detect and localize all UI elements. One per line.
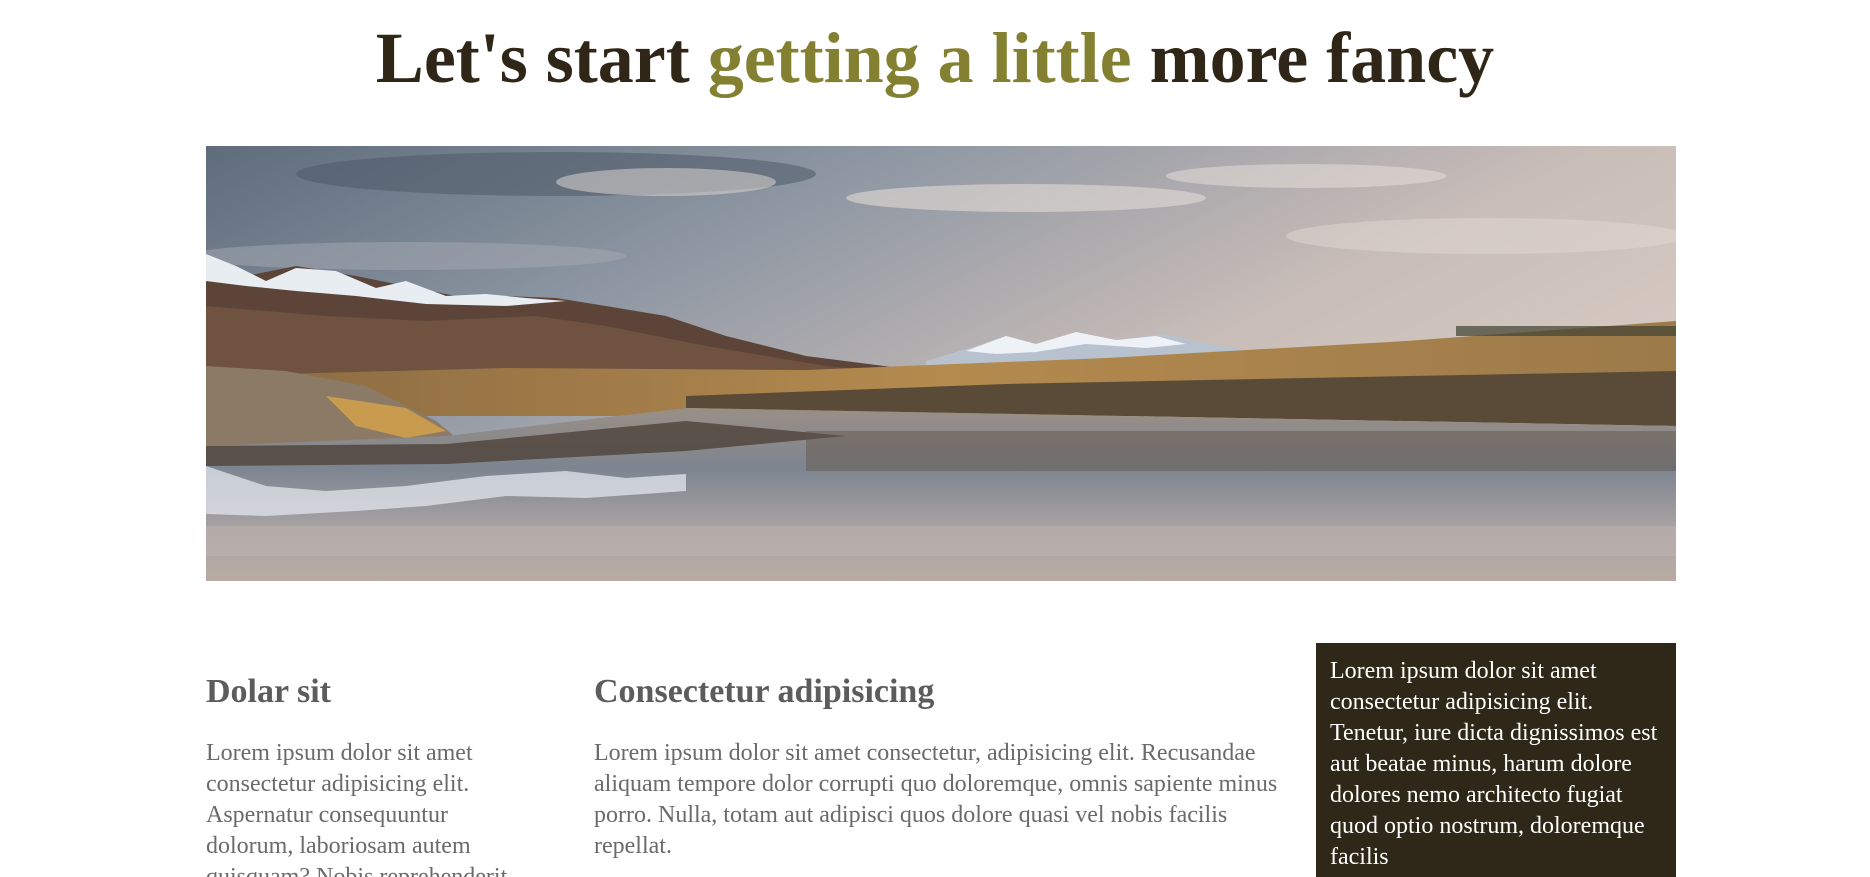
- column-body: Lorem ipsum dolor sit amet consectetur a…: [206, 740, 508, 877]
- aside-callout: Lorem ipsum dolor sit amet consectetur a…: [1316, 643, 1676, 877]
- column-heading: Dolar sit: [206, 673, 331, 710]
- title-part-1: Let's start: [375, 18, 708, 98]
- column-consectetur: Consectetur adipisicing Lorem ipsum dolo…: [594, 670, 1284, 862]
- column-body: Lorem ipsum dolor sit amet consectetur, …: [594, 740, 1278, 859]
- column-heading: Consectetur adipisicing: [594, 673, 935, 710]
- column-dolar-sit: Dolar sit Lorem ipsum dolor sit amet con…: [206, 670, 536, 877]
- aside-text: Lorem ipsum dolor sit amet consectetur a…: [1330, 658, 1658, 870]
- title-part-2: more fancy: [1131, 18, 1495, 98]
- landscape-illustration: [206, 146, 1676, 581]
- page-title: Let's start getting a little more fancy: [0, 14, 1870, 102]
- title-accent: getting a little: [707, 18, 1132, 98]
- hero-image: [206, 146, 1676, 581]
